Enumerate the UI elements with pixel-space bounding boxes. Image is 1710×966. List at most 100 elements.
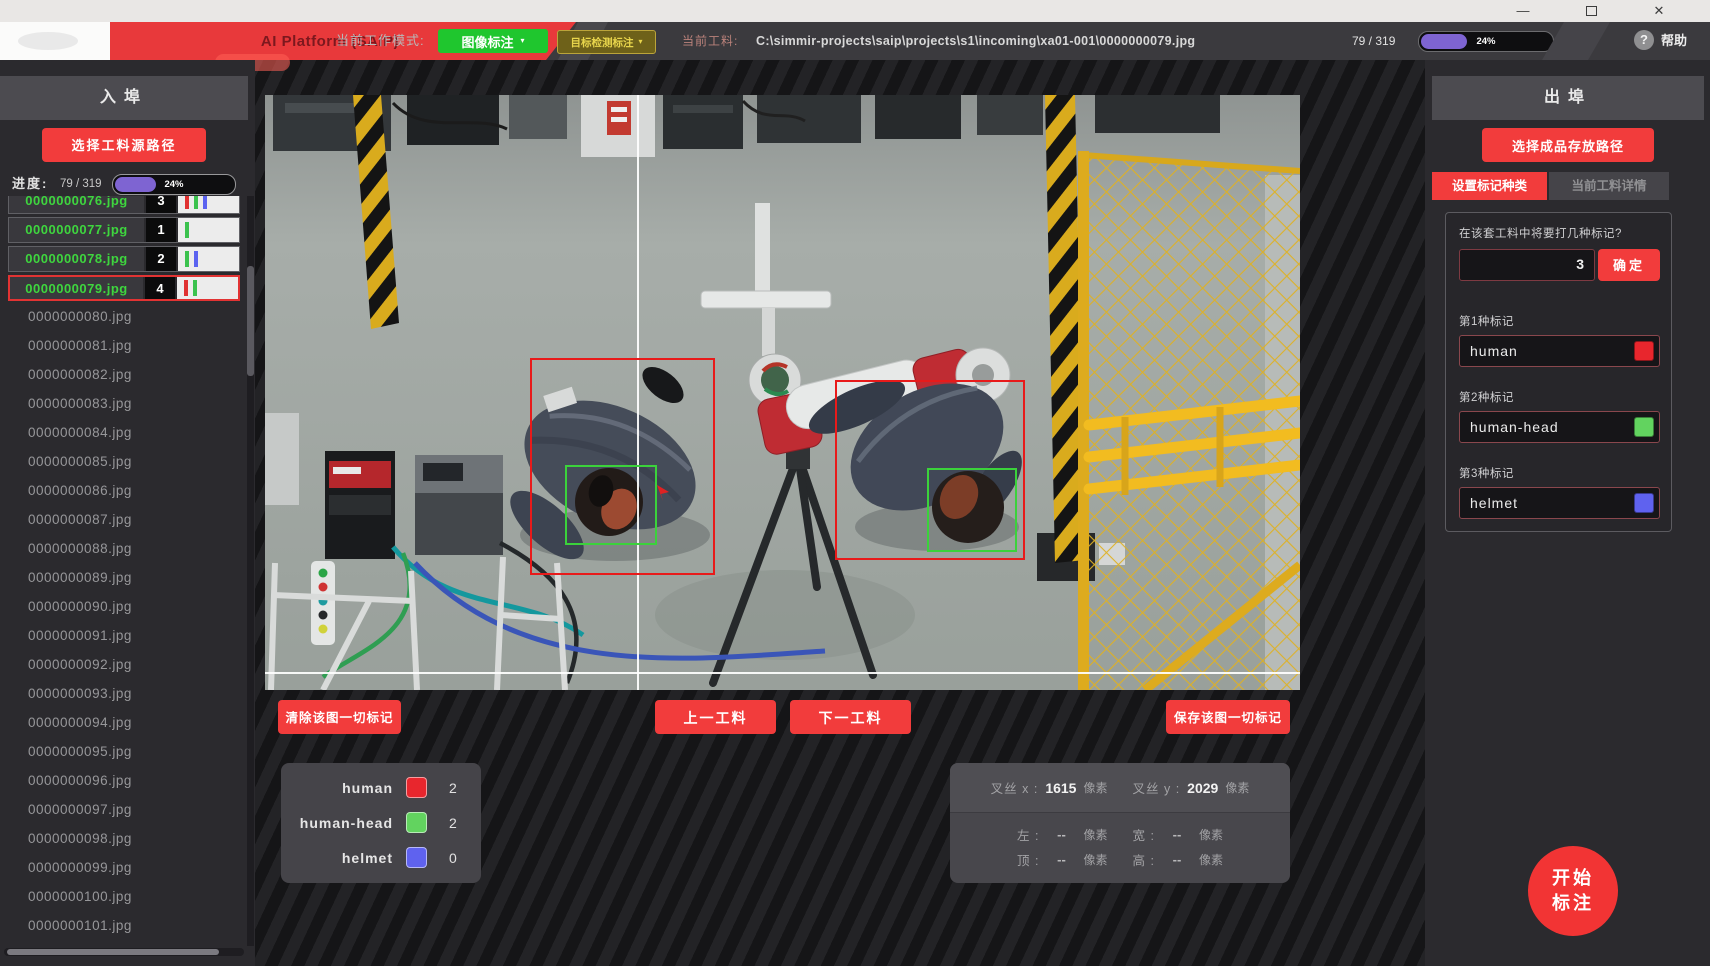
- pixel-unit: 像素: [1225, 779, 1249, 796]
- legend-row: helmet0: [281, 840, 481, 875]
- chevron-down-icon: ▾: [638, 38, 642, 46]
- logo-block: [0, 22, 110, 60]
- detection-annotation-mode-button[interactable]: 目标检测标注 ▾: [557, 30, 656, 54]
- file-annotation-count-badge: 1: [144, 218, 176, 242]
- label-name-input[interactable]: human-head: [1459, 411, 1660, 443]
- start-button-line2: 标注: [1552, 891, 1594, 916]
- label-name-value: helmet: [1460, 495, 1634, 511]
- legend-panel: human2human-head2helmet0: [281, 763, 481, 883]
- label-color-swatch[interactable]: [1634, 493, 1654, 513]
- image-annotation-mode-button[interactable]: 图像标注 ▾: [438, 29, 548, 53]
- select-output-path-button[interactable]: 选择成品存放路径: [1482, 128, 1654, 162]
- close-icon[interactable]: ✕: [1642, 0, 1676, 22]
- file-list-item[interactable]: 0000000083.jpg: [0, 391, 240, 417]
- legend-color-swatch: [406, 812, 427, 833]
- input-sidebar-title: 入埠: [0, 76, 248, 120]
- legend-label: helmet: [281, 850, 393, 866]
- next-file-button[interactable]: 下一工料: [790, 700, 911, 734]
- file-list-item[interactable]: 0000000093.jpg: [0, 681, 240, 707]
- help-button[interactable]: 帮助: [1661, 22, 1687, 60]
- file-list-item[interactable]: 0000000094.jpg: [0, 710, 240, 736]
- header-progress-count: 79 / 319: [1352, 22, 1395, 60]
- file-list-item[interactable]: 0000000099.jpg: [0, 855, 240, 881]
- save-annotations-button[interactable]: 保存该图一切标记: [1166, 700, 1290, 734]
- current-file-path: C:\simmir-projects\saip\projects\s1\inco…: [756, 22, 1195, 60]
- pixel-unit: 像素: [1199, 826, 1223, 843]
- header-diagonal-decor: [1542, 22, 1610, 60]
- file-list-item[interactable]: 0000000095.jpg: [0, 739, 240, 765]
- pixel-unit: 像素: [1083, 851, 1107, 868]
- file-list-item[interactable]: 0000000085.jpg: [0, 449, 240, 475]
- label-field-title: 第3种标记: [1459, 465, 1660, 481]
- file-list-item[interactable]: 0000000088.jpg: [0, 536, 240, 562]
- previous-file-button[interactable]: 上一工料: [655, 700, 776, 734]
- scrollbar-thumb[interactable]: [247, 266, 254, 376]
- file-list-item[interactable]: 0000000081.jpg: [0, 333, 240, 359]
- scrollbar-thumb[interactable]: [7, 949, 219, 955]
- box-left-value: --: [1046, 827, 1076, 842]
- legend-row: human2: [281, 770, 481, 805]
- label-color-swatch[interactable]: [1634, 417, 1654, 437]
- pixel-unit: 像素: [1083, 826, 1107, 843]
- file-list-item[interactable]: 0000000090.jpg: [0, 594, 240, 620]
- label-name-input[interactable]: helmet: [1459, 487, 1660, 519]
- file-list-item[interactable]: 0000000077.jpg1: [8, 217, 240, 243]
- select-source-path-button[interactable]: 选择工料源路径: [42, 128, 206, 162]
- legend-count: 2: [449, 815, 457, 831]
- logo-mark-icon: [18, 32, 78, 50]
- start-annotation-button[interactable]: 开始 标注: [1528, 846, 1618, 936]
- file-list-item[interactable]: 0000000091.jpg: [0, 623, 240, 649]
- file-list-item[interactable]: 0000000080.jpg: [0, 304, 240, 330]
- confirm-button[interactable]: 确定: [1598, 249, 1660, 281]
- label-count-input[interactable]: 3: [1459, 249, 1595, 281]
- file-list-item[interactable]: 0000000100.jpg: [0, 884, 240, 910]
- start-button-line1: 开始: [1552, 866, 1594, 891]
- help-icon[interactable]: ?: [1634, 30, 1654, 50]
- file-list-item[interactable]: 0000000089.jpg: [0, 565, 240, 591]
- label-color-swatch[interactable]: [1634, 341, 1654, 361]
- file-name: 0000000077.jpg: [9, 218, 144, 242]
- file-list-item[interactable]: 0000000084.jpg: [0, 420, 240, 446]
- output-tabs: 设置标记种类 当前工料详情: [1432, 172, 1669, 200]
- annotation-box-human-head[interactable]: [565, 465, 657, 545]
- file-list-item[interactable]: 0000000096.jpg: [0, 768, 240, 794]
- file-name: 0000000076.jpg: [9, 196, 144, 213]
- file-list-item[interactable]: 0000000082.jpg: [0, 362, 240, 388]
- mode-button-label: 图像标注: [461, 32, 513, 51]
- file-list-item[interactable]: 0000000076.jpg3: [8, 196, 240, 214]
- output-sidebar: 出埠 选择成品存放路径 设置标记种类 当前工料详情 在该套工料中将要打几种标记?…: [1425, 60, 1710, 966]
- file-list-item[interactable]: 0000000087.jpg: [0, 507, 240, 533]
- annotation-box-human-head[interactable]: [927, 468, 1017, 552]
- annotation-canvas[interactable]: [265, 95, 1300, 690]
- legend-count: 2: [449, 780, 457, 796]
- file-list-item[interactable]: 0000000078.jpg2: [8, 246, 240, 272]
- box-height-label: 高 :: [1133, 850, 1155, 869]
- file-list-item[interactable]: 0000000086.jpg: [0, 478, 240, 504]
- file-list-horizontal-scrollbar[interactable]: [4, 948, 244, 956]
- maximize-icon[interactable]: [1574, 0, 1608, 22]
- work-mode-label: 当前工作模式:: [336, 22, 425, 60]
- label-name-value: human-head: [1460, 419, 1634, 435]
- file-name: 0000000079.jpg: [10, 277, 143, 299]
- label-name-value: human: [1460, 343, 1634, 359]
- current-file-label: 当前工料:: [682, 22, 738, 60]
- box-height-value: --: [1162, 852, 1192, 867]
- file-list-vertical-scrollbar[interactable]: [247, 196, 254, 946]
- file-label-color-strip: [176, 218, 239, 242]
- clear-annotations-button[interactable]: 清除该图一切标记: [278, 700, 401, 734]
- crosshair-y-label: 叉丝 y :: [1133, 778, 1181, 797]
- tab-set-label-types[interactable]: 设置标记种类: [1432, 172, 1547, 200]
- tab-current-file-details[interactable]: 当前工料详情: [1549, 172, 1669, 200]
- file-list-item[interactable]: 0000000079.jpg4: [8, 275, 240, 301]
- file-name: 0000000078.jpg: [9, 247, 144, 271]
- file-list-item[interactable]: 0000000092.jpg: [0, 652, 240, 678]
- minimize-icon[interactable]: —: [1506, 0, 1540, 22]
- file-list-item[interactable]: 0000000101.jpg: [0, 913, 240, 939]
- file-list-item[interactable]: 0000000097.jpg: [0, 797, 240, 823]
- file-label-color-strip: [176, 247, 239, 271]
- label-setup-panel: 在该套工料中将要打几种标记? 3 确定 第1种标记human第2种标记human…: [1445, 212, 1672, 532]
- annotation-layer: [265, 95, 1300, 690]
- label-name-input[interactable]: human: [1459, 335, 1660, 367]
- coordinates-panel: 叉丝 x : 1615 像素 叉丝 y : 2029 像素 左 : -- 像素 …: [950, 763, 1290, 883]
- file-list-item[interactable]: 0000000098.jpg: [0, 826, 240, 852]
